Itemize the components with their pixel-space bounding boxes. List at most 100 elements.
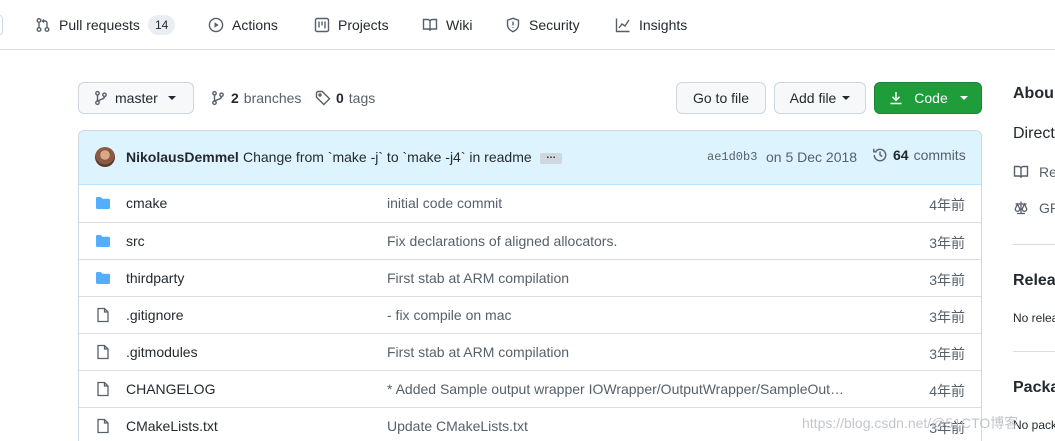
file-commit-message[interactable]: Fix declarations of aligned allocators. — [387, 233, 617, 249]
chevron-down-icon — [842, 96, 851, 100]
go-to-file-button[interactable]: Go to file — [676, 82, 766, 114]
file-commit-message[interactable]: First stab at ARM compilation — [387, 270, 569, 286]
file-age: 4年前 — [929, 197, 965, 213]
tab-security-label: Security — [529, 17, 580, 33]
license-link-label: GP — [1039, 200, 1055, 216]
add-file-button[interactable]: Add file — [774, 82, 866, 114]
tab-wiki[interactable]: Wiki — [422, 0, 472, 50]
file-name[interactable]: CHANGELOG — [126, 381, 215, 397]
branches-link[interactable]: 2 branches — [210, 88, 301, 108]
tab-wiki-label: Wiki — [446, 17, 473, 33]
file-commit-message[interactable]: First stab at ARM compilation — [387, 344, 569, 360]
tab-projects-label: Projects — [338, 17, 389, 33]
tab-projects[interactable]: Projects — [314, 0, 389, 50]
graph-icon — [615, 17, 631, 33]
file-age: 3年前 — [929, 309, 965, 325]
folder-icon — [95, 233, 111, 249]
latest-commit-bar: NikolausDemmel Change from `make -j` to … — [79, 131, 981, 185]
repo-nav: Pull requests 14 Actions Projects Wiki S… — [0, 0, 1055, 50]
code-label: Code — [914, 90, 948, 106]
tags-link[interactable]: 0 tags — [315, 88, 375, 108]
branch-select-button[interactable]: master — [78, 82, 194, 114]
tags-count: 0 — [336, 90, 344, 106]
table-row[interactable]: thirdparty First stab at ARM compilation… — [79, 259, 981, 296]
branches-count: 2 — [231, 90, 239, 106]
code-button[interactable]: Code — [874, 82, 982, 114]
file-list: cmake initial code commit 4年前 src Fix de… — [79, 185, 981, 441]
file-commit-message[interactable]: Update CMakeLists.txt — [387, 418, 528, 434]
branch-icon — [93, 90, 109, 106]
commits-link[interactable]: 64 commits — [872, 147, 966, 163]
chevron-down-icon — [959, 96, 968, 100]
commit-message[interactable]: Change from `make -j` to `make -j4` in r… — [243, 149, 532, 165]
avatar[interactable] — [95, 147, 115, 167]
commits-label: commits — [913, 147, 966, 163]
tab-actions-label: Actions — [232, 17, 278, 33]
file-commit-message[interactable]: * Added Sample output wrapper IOWrapper/… — [387, 381, 844, 397]
file-browser: NikolausDemmel Change from `make -j` to … — [78, 130, 982, 441]
releases-empty-text: No relea — [1013, 311, 1055, 325]
folder-icon — [95, 270, 111, 286]
file-name[interactable]: src — [126, 233, 145, 249]
commit-expand-button[interactable]: … — [540, 151, 562, 164]
table-row[interactable]: src Fix declarations of aligned allocato… — [79, 222, 981, 259]
pull-requests-count: 14 — [147, 15, 176, 35]
shield-icon — [505, 17, 521, 33]
go-to-file-label: Go to file — [692, 90, 750, 106]
project-icon — [314, 17, 330, 33]
releases-heading[interactable]: Relea — [1013, 272, 1055, 290]
file-icon — [95, 307, 111, 323]
file-commit-message[interactable]: - fix compile on mac — [387, 307, 511, 323]
file-commit-message[interactable]: initial code commit — [387, 195, 502, 211]
sidebar-divider — [1013, 351, 1055, 352]
file-name[interactable]: .gitignore — [126, 307, 184, 323]
table-row[interactable]: cmake initial code commit 4年前 — [79, 185, 981, 222]
file-age: 3年前 — [929, 235, 965, 251]
table-row[interactable]: .gitmodules First stab at ARM compilatio… — [79, 333, 981, 370]
file-icon — [95, 381, 111, 397]
sidebar-divider — [1013, 244, 1055, 245]
chevron-down-icon — [167, 96, 176, 100]
file-name[interactable]: thirdparty — [126, 270, 184, 286]
tab-insights-label: Insights — [639, 17, 688, 33]
readme-link-label: Re — [1039, 164, 1055, 180]
download-icon — [888, 90, 904, 106]
file-name[interactable]: cmake — [126, 195, 167, 211]
about-heading: Abou — [1013, 85, 1054, 102]
folder-icon — [95, 195, 111, 211]
add-file-label: Add file — [789, 90, 837, 106]
watermark: https://blog.csdn.net/@51CTO博客 — [802, 415, 1019, 431]
tab-pull-requests-label: Pull requests — [59, 17, 140, 33]
commit-date: on 5 Dec 2018 — [766, 149, 858, 165]
file-name[interactable]: .gitmodules — [126, 344, 198, 360]
file-icon — [95, 344, 111, 360]
book-icon — [1013, 164, 1029, 180]
branch-icon — [210, 90, 226, 106]
tab-security[interactable]: Security — [505, 0, 580, 50]
history-icon — [872, 147, 888, 163]
commit-sha[interactable]: ae1d0b3 — [707, 150, 757, 164]
about-sidebar: Abou Direct Re GP Relea No relea Packa N… — [1013, 0, 1055, 441]
file-age: 4年前 — [929, 383, 965, 399]
packages-empty-text: No pack — [1013, 418, 1055, 432]
license-link[interactable]: GP — [1013, 200, 1055, 216]
packages-heading[interactable]: Packa — [1013, 379, 1055, 397]
table-row[interactable]: .gitignore - fix compile on mac 3年前 — [79, 296, 981, 333]
tag-icon — [315, 90, 331, 106]
file-name[interactable]: CMakeLists.txt — [126, 418, 218, 434]
file-age: 3年前 — [929, 272, 965, 288]
table-row[interactable]: CHANGELOG * Added Sample output wrapper … — [79, 370, 981, 407]
file-age: 3年前 — [929, 346, 965, 362]
book-icon — [422, 17, 438, 33]
tab-actions[interactable]: Actions — [208, 0, 278, 50]
nav-edge-tab[interactable] — [0, 15, 3, 35]
file-icon — [95, 418, 111, 434]
branch-name: master — [115, 90, 158, 106]
tab-pull-requests[interactable]: Pull requests 14 — [35, 0, 176, 50]
tags-label: tags — [348, 90, 376, 106]
tab-insights[interactable]: Insights — [615, 0, 687, 50]
readme-link[interactable]: Re — [1013, 164, 1055, 180]
repo-description: Direct — [1013, 125, 1055, 142]
commit-author[interactable]: NikolausDemmel — [126, 149, 239, 165]
pull-request-icon — [35, 17, 51, 33]
